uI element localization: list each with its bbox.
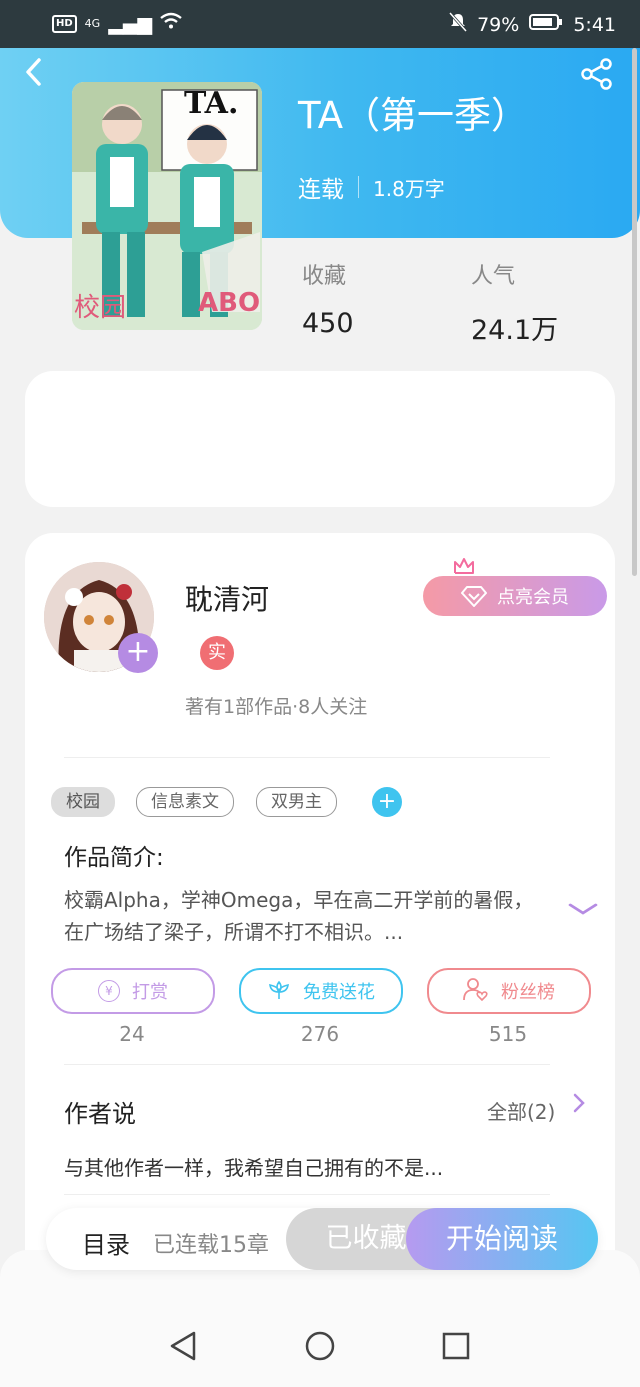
intro-label: 作品简介: xyxy=(64,845,164,871)
cover-title: TA. xyxy=(184,86,239,121)
share-button[interactable] xyxy=(580,58,614,94)
signal-label: 4G xyxy=(84,17,101,30)
section-divider xyxy=(64,1064,550,1065)
flower-count: 276 xyxy=(300,1022,340,1046)
author-name[interactable]: 耽清河 xyxy=(185,578,269,618)
vip-button-label: 点亮会员 xyxy=(497,587,569,608)
tag-pheromone[interactable]: 信息素文 xyxy=(136,787,234,817)
hd-icon: HD xyxy=(52,14,77,33)
favorites-value: 450 xyxy=(302,308,354,339)
tag-double-male[interactable]: 双男主 xyxy=(256,787,337,817)
diamond-icon xyxy=(461,586,487,607)
add-tag-button[interactable]: + xyxy=(372,787,402,817)
battery-percent: 79% xyxy=(477,13,520,36)
send-flower-label: 免费送花 xyxy=(303,982,375,1003)
triangle-back-icon xyxy=(170,1331,196,1361)
author-says-text[interactable]: 与其他作者一样，我希望自己拥有的不是... xyxy=(64,1152,443,1181)
status-bar: HD 4G ▂▄▆ 79% 5:41 xyxy=(0,0,640,48)
wifi-icon xyxy=(160,12,182,35)
start-reading-button[interactable]: 开始阅读 xyxy=(406,1208,598,1270)
chevron-left-icon xyxy=(26,58,41,86)
popularity-value: 24.1万 xyxy=(471,315,559,346)
popularity-label: 人气 xyxy=(471,264,516,289)
share-icon xyxy=(581,58,612,90)
author-says-all-link[interactable]: 全部(2) xyxy=(487,1096,555,1125)
vip-button[interactable]: 点亮会员 xyxy=(423,576,607,616)
chapter-count[interactable]: 已连载15章 xyxy=(153,1227,269,1259)
expand-chevron-icon[interactable] xyxy=(568,897,599,922)
nav-recents-button[interactable] xyxy=(441,1330,471,1366)
toc-button[interactable]: 目录 xyxy=(82,1225,130,1260)
popularity-stat: 人气 24.1万 xyxy=(471,258,558,347)
verified-badge: 实 xyxy=(200,636,234,670)
section-divider xyxy=(64,757,550,758)
user-heart-icon xyxy=(463,977,489,1006)
clock: 5:41 xyxy=(573,13,616,36)
bottom-sheet xyxy=(0,1250,640,1387)
reward-label: 打赏 xyxy=(132,982,168,1003)
mute-bell-icon xyxy=(448,12,468,37)
scrollbar[interactable] xyxy=(632,48,637,576)
back-button[interactable] xyxy=(24,56,44,96)
signal-icon: ▂▄▆ xyxy=(108,12,153,35)
fan-ranking-label: 粉丝榜 xyxy=(501,982,555,1003)
reward-button[interactable]: ¥ 打赏 xyxy=(51,968,215,1014)
circle-home-icon xyxy=(305,1331,335,1361)
favorites-label: 收藏 xyxy=(302,264,347,289)
divider xyxy=(358,176,359,198)
fan-count: 515 xyxy=(488,1022,528,1046)
book-title: TA（第一季） xyxy=(298,94,529,137)
favorites-stat: 收藏 450 xyxy=(302,258,354,339)
author-says-label: 作者说 xyxy=(64,1100,136,1128)
nav-home-button[interactable] xyxy=(304,1330,336,1366)
cover-tag-right: ABO xyxy=(198,288,261,318)
send-flower-button[interactable]: 免费送花 xyxy=(239,968,403,1014)
placeholder-card xyxy=(25,371,615,507)
square-recents-icon xyxy=(442,1332,470,1360)
flower-icon xyxy=(267,978,291,1005)
nav-back-button[interactable] xyxy=(168,1330,198,1366)
chevron-right-icon[interactable] xyxy=(572,1092,586,1120)
word-count: 1.8万字 xyxy=(373,176,445,201)
cover-tag-left: 校园 xyxy=(74,293,127,323)
follow-author-button[interactable]: + xyxy=(118,633,158,673)
yen-icon: ¥ xyxy=(98,980,120,1002)
battery-icon xyxy=(529,13,563,36)
serial-status: 连载 xyxy=(298,177,344,203)
section-divider xyxy=(64,1194,550,1195)
intro-text[interactable]: 校霸Alpha，学神Omega，早在高二开学前的暑假，在广场结了梁子，所谓不打不… xyxy=(64,884,550,948)
fan-ranking-button[interactable]: 粉丝榜 xyxy=(427,968,591,1014)
book-cover[interactable]: TA. 校园 ABO xyxy=(72,82,262,330)
reward-count: 24 xyxy=(119,1022,145,1046)
author-meta: 著有1部作品·8人关注 xyxy=(185,696,368,718)
book-status-row: 连载 1.8万字 xyxy=(298,170,445,204)
tag-campus[interactable]: 校园 xyxy=(51,787,115,817)
